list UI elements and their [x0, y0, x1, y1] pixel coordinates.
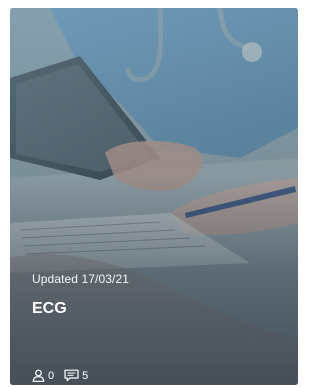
comments-stat[interactable]: 5 [64, 369, 88, 382]
card-stats: 0 5 [32, 369, 98, 382]
members-count: 0 [48, 369, 55, 382]
person-icon [32, 369, 48, 382]
comment-icon [64, 369, 82, 382]
card-dark-overlay [10, 8, 298, 385]
members-stat[interactable]: 0 [32, 369, 54, 382]
content-card[interactable]: Updated 17/03/21 ECG 0 5 [10, 8, 298, 385]
comments-count: 5 [82, 369, 89, 382]
updated-date-text: Updated 17/03/21 [32, 272, 130, 286]
card-title[interactable]: ECG [32, 300, 67, 318]
